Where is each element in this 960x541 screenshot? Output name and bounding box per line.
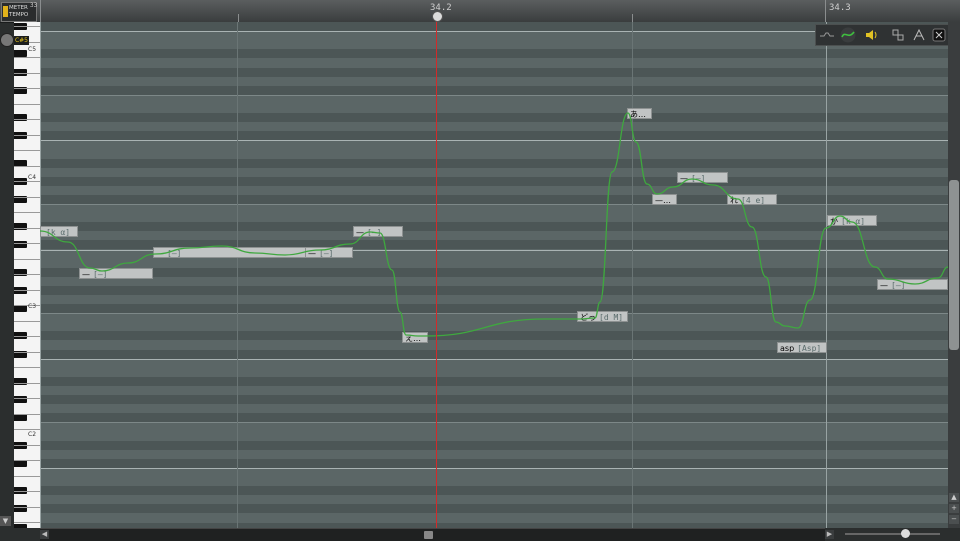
piano-white-key-divider <box>14 103 40 105</box>
piano-black-key[interactable] <box>14 377 27 385</box>
collapse-circle-icon <box>0 33 14 47</box>
piano-white-key-divider <box>14 429 40 430</box>
piano-white-key-divider <box>14 522 40 523</box>
tempo-label: TEMPO <box>9 12 29 18</box>
scroll-up-button[interactable]: ▲ <box>949 493 959 502</box>
piano-white-key-divider <box>14 305 40 306</box>
piano-white-key-divider <box>14 491 40 492</box>
piano-white-key-divider <box>14 72 40 74</box>
piano-roll-grid[interactable]: [k α] — [—] — [—] — [—] — [—] え… どっ [d M] あ… —… — [—] れ[… <box>40 22 948 528</box>
piano-white-key-divider <box>14 227 40 229</box>
piano-white-key-divider <box>14 398 40 399</box>
horizontal-scroll-thumb[interactable] <box>424 531 433 539</box>
current-key-indicator: C#5 <box>14 36 29 45</box>
octave-label: C4 <box>28 174 37 181</box>
lock-icon[interactable] <box>931 27 947 43</box>
piano-white-key-divider <box>14 88 40 89</box>
piano-white-key-divider <box>14 258 40 260</box>
piano-white-key-divider <box>14 367 40 368</box>
piano-keyboard[interactable]: C5 C4 C3 C2 <box>14 22 41 528</box>
piano-white-key-divider <box>14 26 40 27</box>
piano-white-key-divider <box>14 134 40 136</box>
piano-white-key-divider <box>14 196 40 198</box>
piano-white-key-divider <box>14 336 40 337</box>
pitch-curve-icon[interactable] <box>840 27 856 43</box>
piano-white-key-divider <box>14 57 40 58</box>
octave-label: C2 <box>28 431 37 438</box>
timeline-ruler[interactable]: METER TEMPO 33 34.2 34.3 <box>0 0 960 23</box>
piano-white-key-divider <box>14 475 40 477</box>
pitch-line-icon[interactable] <box>819 27 835 43</box>
pitch-curve[interactable] <box>40 22 948 528</box>
view-toolbar <box>815 24 951 46</box>
left-scroll-down-button[interactable]: ▼ <box>0 516 11 526</box>
ruler-tick <box>632 14 633 22</box>
piano-white-key-divider <box>14 243 40 244</box>
piano-white-key-divider <box>14 212 40 213</box>
meter-label: METER <box>9 5 28 11</box>
scroll-right-button[interactable]: ▶ <box>825 530 834 539</box>
ruler-tick <box>40 0 41 22</box>
playhead-handle[interactable] <box>432 11 443 22</box>
piano-white-key-divider <box>14 444 40 446</box>
meter-icon <box>3 6 8 17</box>
piano-white-key-divider <box>14 119 40 120</box>
octave-label: C3 <box>28 303 37 310</box>
piano-white-key-divider <box>14 181 40 182</box>
vertical-scroll-thumb[interactable] <box>949 180 959 350</box>
piano-white-key-divider <box>14 165 40 167</box>
piano-black-key[interactable] <box>14 305 27 313</box>
horizontal-zoom-slider[interactable] <box>845 533 940 535</box>
ruler-tick <box>238 14 239 22</box>
piano-black-key[interactable] <box>14 523 27 528</box>
piano-black-key[interactable] <box>14 414 27 422</box>
piano-white-key-divider <box>14 413 40 415</box>
ruler-bar-label-next: 34.3 <box>829 3 851 13</box>
zoom-out-vertical-button[interactable]: − <box>949 515 959 524</box>
piano-white-key-divider <box>14 289 40 291</box>
panel-collapse-button[interactable] <box>0 30 14 48</box>
edit-mode-icon[interactable] <box>911 27 927 43</box>
speaker-icon[interactable] <box>864 27 880 43</box>
piano-white-key-divider <box>14 150 40 151</box>
zoom-in-vertical-button[interactable]: + <box>949 504 959 513</box>
piano-white-key-divider <box>14 274 40 275</box>
piano-white-key-divider <box>14 506 40 508</box>
scroll-left-button[interactable]: ◀ <box>40 530 49 539</box>
piano-white-key-divider <box>14 382 40 384</box>
horizontal-zoom-knob[interactable] <box>901 529 910 538</box>
piano-white-key-divider <box>14 460 40 461</box>
octave-label: C5 <box>28 46 37 53</box>
ruler-tick <box>825 0 826 22</box>
piano-white-key-divider <box>14 351 40 353</box>
ruler-bar-label-start: 33 <box>30 2 38 9</box>
grid-snap-icon[interactable] <box>890 27 906 43</box>
piano-white-key-divider <box>14 320 40 322</box>
playhead-line[interactable] <box>436 12 437 528</box>
piano-black-key[interactable] <box>14 132 27 140</box>
